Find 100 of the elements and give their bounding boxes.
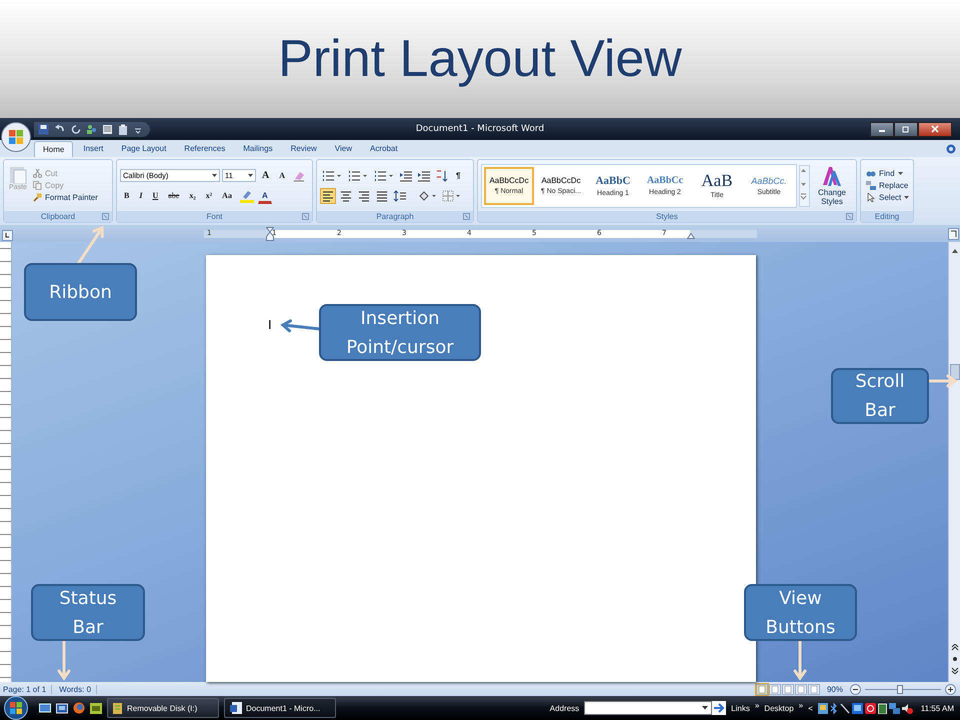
text-cursor: I: [268, 317, 272, 332]
zoom-in-icon[interactable]: [945, 684, 956, 694]
tray-expand-button[interactable]: <: [808, 704, 813, 712]
taskbar-button[interactable]: Removable Disk (I:): [107, 698, 219, 718]
format-button[interactable]: Aa: [218, 188, 236, 203]
group-label: Editing: [874, 212, 900, 221]
page-count[interactable]: Page: 1 of 1: [0, 684, 52, 694]
ribbon-tab[interactable]: Review: [282, 141, 325, 157]
close-button[interactable]: [918, 122, 952, 136]
caret-icon: [248, 174, 253, 178]
select-button[interactable]: Select: [866, 193, 910, 202]
align-left-icon[interactable]: [320, 188, 336, 204]
callout-label: Status Bar: [31, 584, 145, 641]
zoom-level[interactable]: 90%: [826, 684, 843, 694]
desktop-toolbar[interactable]: Desktop: [764, 704, 794, 712]
bluetooth-icon[interactable]: [830, 702, 838, 714]
links-toolbar[interactable]: Links: [731, 704, 750, 712]
sort-icon[interactable]: [434, 168, 450, 184]
slider-thumb[interactable]: [896, 684, 903, 694]
caret-icon: [702, 706, 708, 710]
chevron-button[interactable]: »: [754, 700, 760, 710]
format-button[interactable]: U: [148, 188, 162, 203]
replace-button[interactable]: Replace: [866, 181, 910, 190]
ribbon-tab[interactable]: Home: [34, 141, 74, 157]
tray-icon[interactable]: [818, 702, 828, 714]
format-button[interactable]: x²: [202, 188, 216, 203]
group-label: Styles: [656, 212, 678, 221]
window-switch-icon[interactable]: [56, 702, 68, 714]
word-count[interactable]: Words: 0: [56, 684, 98, 694]
callout-label: Insertion Point/cursor: [319, 304, 481, 361]
callout-label: View Buttons: [744, 584, 857, 641]
vertical-scroll-bar[interactable]: [948, 242, 960, 682]
clipboard-icon: [9, 164, 27, 184]
document-icon: [230, 702, 242, 714]
caret-icon: [898, 172, 903, 176]
desktop-icon[interactable]: [39, 702, 51, 714]
grow-font-button[interactable]: A: [258, 168, 274, 183]
caret-icon: [904, 196, 910, 200]
font-color-button[interactable]: A: [258, 188, 272, 204]
start-button[interactable]: [4, 696, 28, 720]
minimize-button[interactable]: [870, 122, 894, 136]
find-button[interactable]: Find: [866, 169, 910, 178]
indent-marker-icon[interactable]: [266, 227, 274, 241]
taskbar-button[interactable]: Document1 - Micro...: [224, 698, 336, 718]
help-icon[interactable]: [946, 144, 956, 154]
scissors-icon: [33, 169, 42, 178]
redo-icon[interactable]: [71, 124, 81, 134]
browser-icon[interactable]: [73, 702, 85, 714]
arrow: [929, 373, 958, 389]
chevron-button[interactable]: »: [798, 700, 804, 710]
go-arrow-icon[interactable]: [712, 701, 726, 715]
save-icon[interactable]: [38, 124, 49, 134]
ribbon-tab[interactable]: References: [176, 141, 234, 157]
network-icon[interactable]: [888, 702, 900, 714]
brush-icon: [33, 193, 42, 202]
close-icon: [931, 125, 939, 133]
callout-label: Scroll Bar: [831, 368, 929, 424]
address-field[interactable]: [584, 701, 712, 715]
indent-marker-icon[interactable]: [687, 233, 695, 239]
style-preview: AaBbC: [596, 174, 630, 186]
ribbon-tab[interactable]: Mailings: [235, 141, 281, 157]
style-preview: AaB: [701, 172, 733, 188]
letters-icon: [821, 165, 843, 187]
change-styles-button[interactable]: Change Styles: [812, 165, 852, 206]
arrow: [56, 641, 72, 681]
pilcrow-button[interactable]: ¶: [452, 168, 464, 183]
ribbon-tab[interactable]: View: [326, 141, 360, 157]
pointer-icon: [866, 193, 876, 202]
ribbon-tab[interactable]: Acrobat: [362, 141, 406, 157]
zoom-out-icon[interactable]: [850, 684, 861, 694]
style-preview: AaBbCcDc: [489, 176, 529, 185]
format-button[interactable]: B: [120, 188, 134, 203]
clipboard-icon[interactable]: [118, 124, 129, 134]
callout-label: Ribbon: [24, 263, 137, 321]
format-button[interactable]: abe: [164, 188, 184, 203]
arrow: [792, 641, 808, 681]
view-ruler-icon[interactable]: [948, 228, 959, 240]
style-preview: AaBbCc.: [751, 176, 787, 186]
ribbon-tab[interactable]: Page Layout: [113, 141, 174, 157]
restore-icon: [902, 125, 910, 133]
tab-selector-icon[interactable]: [2, 230, 13, 240]
monitor-icon[interactable]: [852, 702, 863, 714]
gallery-scroll-bar[interactable]: [799, 164, 810, 206]
ribbon-tab[interactable]: Insert: [75, 141, 112, 157]
people-icon[interactable]: [86, 124, 97, 134]
app-icon[interactable]: [90, 702, 102, 714]
group-label: Clipboard: [40, 212, 76, 221]
shrink-font-button[interactable]: A: [275, 168, 290, 183]
caret-icon: [212, 174, 217, 178]
zoom-slider[interactable]: [865, 684, 941, 694]
volume-muted-icon[interactable]: [902, 702, 913, 714]
group-label: Font: [206, 212, 222, 221]
format-button[interactable]: I: [135, 188, 146, 203]
style-preview: AaBbCc: [646, 175, 684, 186]
pen-icon[interactable]: [840, 702, 850, 714]
format-painter-button[interactable]: Format Painter: [33, 193, 98, 202]
document-icon[interactable]: [102, 124, 113, 134]
format-button[interactable]: x₂: [185, 188, 200, 203]
restore-button[interactable]: [894, 122, 918, 136]
binoculars-icon: [866, 169, 876, 178]
